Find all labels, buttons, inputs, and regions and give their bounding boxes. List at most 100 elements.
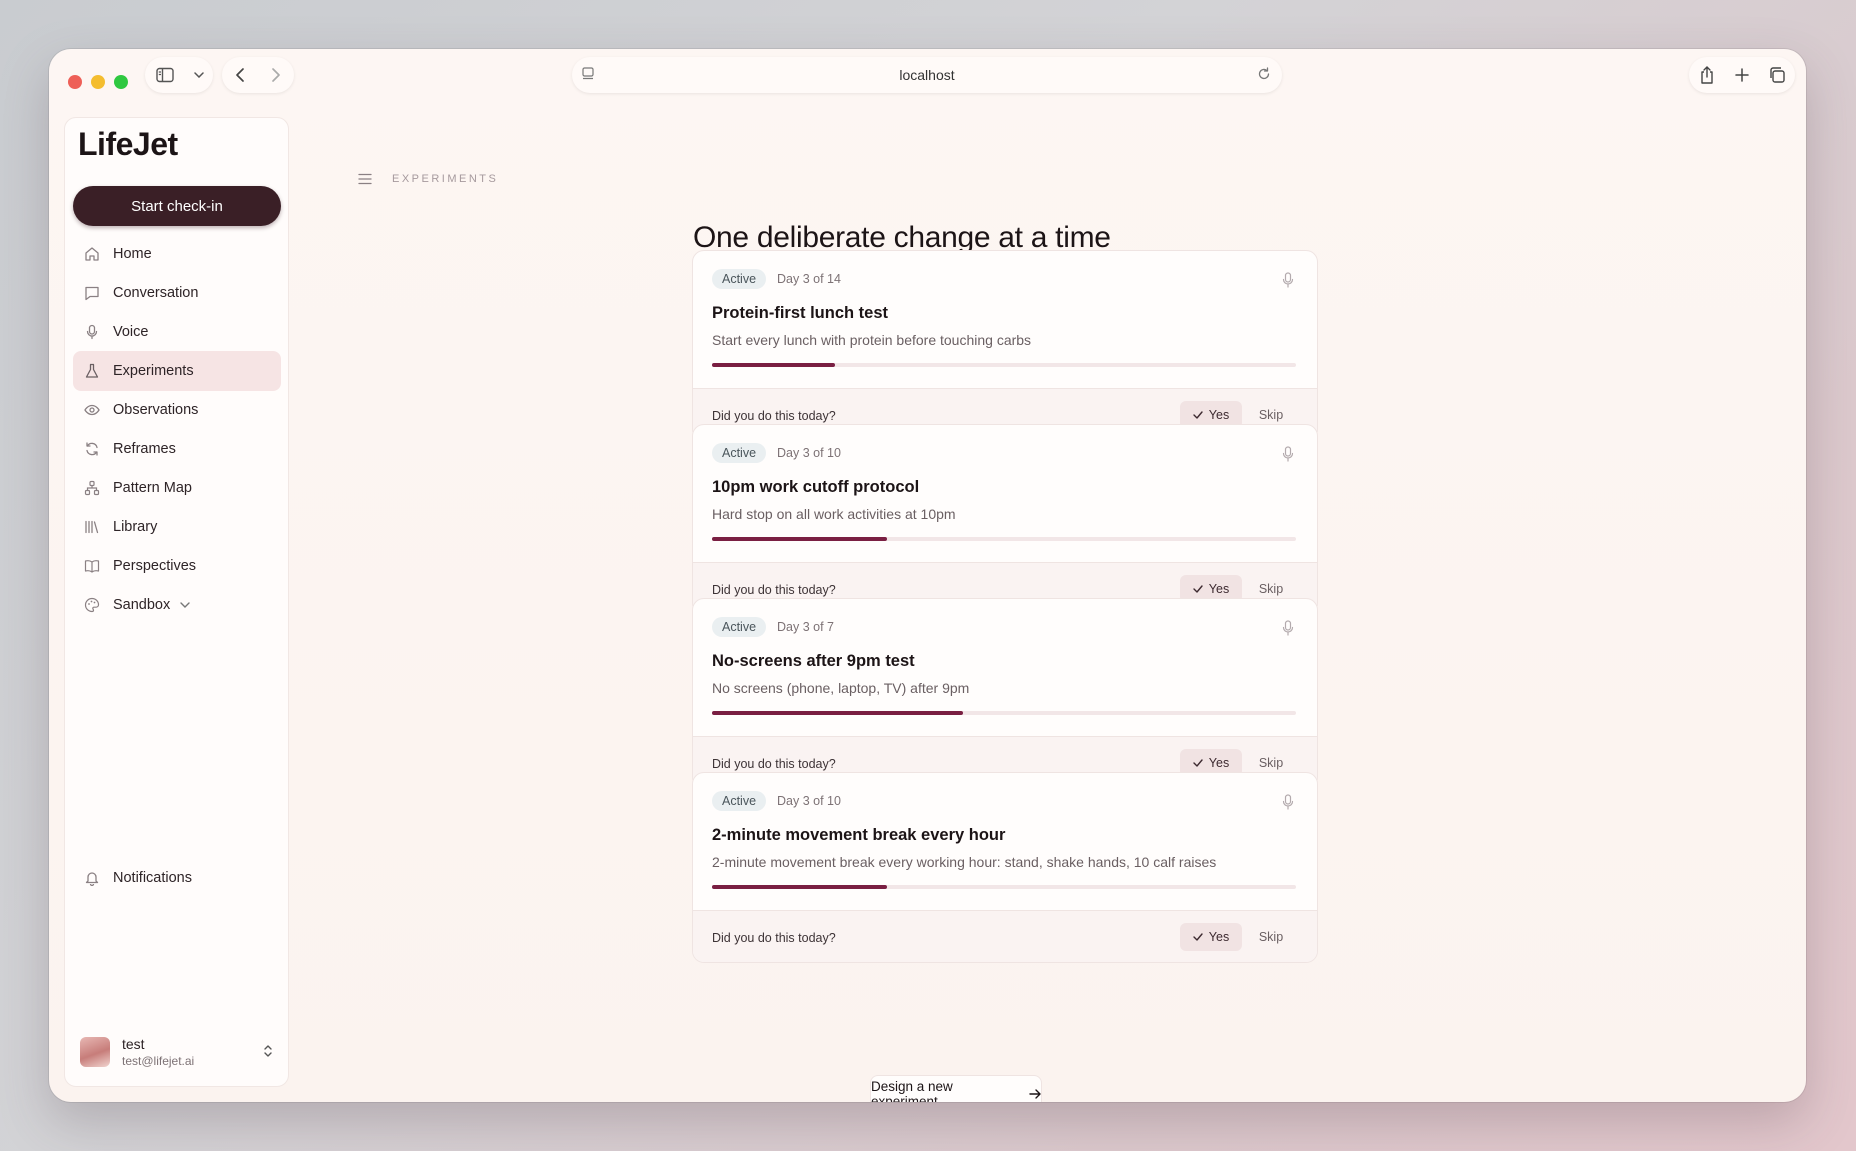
sidebar-item-label: Observations bbox=[113, 402, 199, 418]
sidebar-item-label: Conversation bbox=[113, 285, 199, 301]
yes-label: Yes bbox=[1208, 756, 1230, 770]
arrow-right-icon bbox=[1029, 1089, 1041, 1099]
check-icon bbox=[1193, 759, 1203, 767]
palette-icon bbox=[83, 596, 101, 614]
experiment-card: Active Day 3 of 7 No-screens after 9pm tes… bbox=[692, 598, 1318, 789]
progress-track bbox=[712, 537, 1296, 541]
sidebar-item-label: Voice bbox=[113, 324, 149, 340]
eye-icon bbox=[83, 401, 101, 419]
day-counter: Day 3 of 10 bbox=[777, 794, 841, 808]
history-nav-group bbox=[222, 57, 294, 93]
user-menu[interactable]: test test@lifejet.ai bbox=[73, 1027, 281, 1077]
home-icon bbox=[83, 245, 101, 263]
refresh-icon bbox=[83, 440, 101, 458]
check-icon bbox=[1193, 933, 1203, 941]
avatar bbox=[80, 1037, 110, 1067]
skip-button[interactable]: Skip bbox=[1249, 923, 1293, 951]
design-experiment-button[interactable]: Design a new experiment bbox=[870, 1075, 1042, 1102]
chevron-down-icon bbox=[180, 602, 190, 608]
sidebar-item-home[interactable]: Home bbox=[73, 234, 281, 274]
book-icon bbox=[83, 557, 101, 575]
sidebar-item-sandbox[interactable]: Sandbox bbox=[73, 585, 281, 625]
sidebar-item-label: Library bbox=[113, 519, 158, 535]
sidebar-item-library[interactable]: Library bbox=[73, 507, 281, 547]
tabs-overview-icon[interactable] bbox=[1760, 58, 1794, 92]
reload-icon[interactable] bbox=[1256, 65, 1272, 88]
sidebar-item-label: Reframes bbox=[113, 441, 176, 457]
user-email: test@lifejet.ai bbox=[122, 1054, 195, 1068]
yes-label: Yes bbox=[1208, 408, 1230, 422]
day-counter: Day 3 of 7 bbox=[777, 620, 834, 634]
sidebar-item-perspectives[interactable]: Perspectives bbox=[73, 546, 281, 586]
app-logo: LifeJet bbox=[78, 126, 178, 162]
sidebar: LifeJet Start check-in Home Conversation… bbox=[64, 117, 289, 1087]
mic-icon[interactable] bbox=[1282, 446, 1294, 467]
mic-icon[interactable] bbox=[1282, 794, 1294, 815]
chat-icon bbox=[83, 284, 101, 302]
checkin-question: Did you do this today? bbox=[712, 931, 836, 945]
flask-icon bbox=[83, 362, 101, 380]
main-content: EXPERIMENTS One deliberate change at a t… bbox=[289, 115, 1806, 1102]
yes-label: Yes bbox=[1208, 930, 1230, 944]
sidebar-item-experiments[interactable]: Experiments bbox=[73, 351, 281, 391]
checkin-question: Did you do this today? bbox=[712, 409, 836, 423]
experiment-description: 2-minute movement break every working ho… bbox=[712, 854, 1217, 870]
user-name: test bbox=[122, 1036, 145, 1052]
day-counter: Day 3 of 14 bbox=[777, 272, 841, 286]
day-counter: Day 3 of 10 bbox=[777, 446, 841, 460]
chevron-up-down-icon bbox=[263, 1043, 273, 1064]
sidebar-item-label: Sandbox bbox=[113, 597, 171, 613]
sidebar-item-label: Pattern Map bbox=[113, 480, 192, 496]
progress-track bbox=[712, 885, 1296, 889]
forward-icon[interactable] bbox=[259, 58, 293, 92]
status-badge: Active bbox=[712, 269, 767, 289]
menu-icon[interactable] bbox=[358, 172, 372, 190]
chevron-down-icon[interactable] bbox=[188, 58, 210, 92]
checkin-question: Did you do this today? bbox=[712, 583, 836, 597]
experiment-description: No screens (phone, laptop, TV) after 9pm bbox=[712, 680, 970, 696]
sidebar-item-notifications[interactable]: Notifications bbox=[73, 858, 281, 898]
mic-icon[interactable] bbox=[1282, 620, 1294, 641]
sidebar-item-voice[interactable]: Voice bbox=[73, 312, 281, 352]
check-icon bbox=[1193, 585, 1203, 593]
sidebar-item-pattern-map[interactable]: Pattern Map bbox=[73, 468, 281, 508]
sidebar-item-label: Home bbox=[113, 246, 152, 262]
experiment-title: 2-minute movement break every hour bbox=[712, 826, 1006, 844]
experiment-card: Active Day 3 of 10 10pm work cutoff protoc… bbox=[692, 424, 1318, 615]
start-checkin-button[interactable]: Start check-in bbox=[73, 186, 281, 226]
experiment-description: Hard stop on all work activities at 10pm bbox=[712, 506, 956, 522]
check-icon bbox=[1193, 411, 1203, 419]
sidebar-toggle-icon[interactable] bbox=[148, 58, 182, 92]
sidebar-toggle-group bbox=[145, 57, 213, 93]
checkin-footer: Did you do this today? Yes Skip bbox=[693, 910, 1317, 962]
design-experiment-label: Design a new experiment bbox=[871, 1079, 953, 1102]
progress-track bbox=[712, 711, 1296, 715]
breadcrumb: EXPERIMENTS bbox=[392, 173, 499, 185]
network-icon bbox=[83, 479, 101, 497]
share-icon[interactable] bbox=[1690, 58, 1724, 92]
minimize-window-button[interactable] bbox=[91, 75, 105, 89]
sidebar-item-observations[interactable]: Observations bbox=[73, 390, 281, 430]
progress-fill bbox=[712, 363, 835, 367]
sidebar-item-reframes[interactable]: Reframes bbox=[73, 429, 281, 469]
yes-button[interactable]: Yes bbox=[1180, 923, 1242, 951]
sidebar-item-conversation[interactable]: Conversation bbox=[73, 273, 281, 313]
experiment-description: Start every lunch with protein before to… bbox=[712, 332, 1032, 348]
zoom-window-button[interactable] bbox=[114, 75, 128, 89]
yes-label: Yes bbox=[1208, 582, 1230, 596]
library-icon bbox=[83, 518, 101, 536]
window-actions-group bbox=[1689, 57, 1795, 93]
progress-fill bbox=[712, 885, 888, 889]
checkin-question: Did you do this today? bbox=[712, 757, 836, 771]
mic-icon[interactable] bbox=[1282, 272, 1294, 293]
progress-fill bbox=[712, 537, 888, 541]
mic-icon bbox=[83, 323, 101, 341]
back-icon[interactable] bbox=[223, 58, 257, 92]
bell-icon bbox=[83, 869, 101, 887]
close-window-button[interactable] bbox=[68, 75, 82, 89]
progress-fill bbox=[712, 711, 964, 715]
status-badge: Active bbox=[712, 791, 767, 811]
experiment-title: 10pm work cutoff protocol bbox=[712, 478, 920, 496]
address-bar[interactable]: localhost bbox=[572, 57, 1282, 93]
new-tab-icon[interactable] bbox=[1725, 58, 1759, 92]
